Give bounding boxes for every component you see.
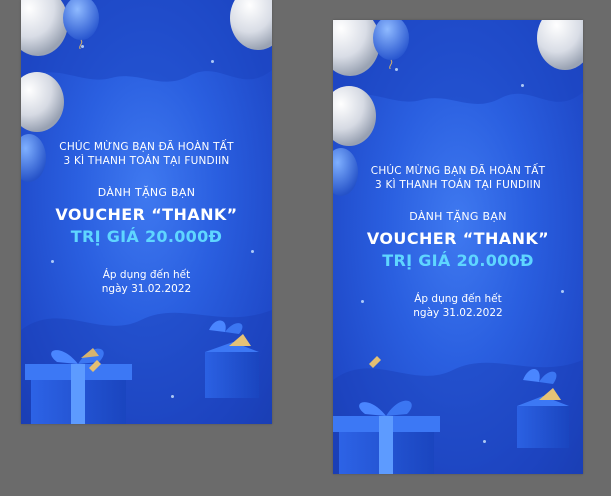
balloon-icon: [230, 0, 272, 50]
confetti-icon: [89, 360, 101, 372]
expiry-line-2: ngày 31.02.2022: [101, 283, 192, 295]
balloon-icon: [21, 72, 64, 132]
expiry-line-1: Áp dụng đến hết: [102, 269, 191, 281]
voucher-title: VOUCHER “THANK”: [55, 205, 238, 224]
poster-text-block: CHÚC MỪNG BẠN ĐÃ HOÀN TẤT 3 KÌ THANH TOÁ…: [333, 164, 583, 320]
sparkle-icon: [251, 250, 254, 253]
sparkle-icon: [361, 300, 364, 303]
congrats-line-2: 3 KÌ THANH TOÁN TẠI FUNDIIN: [375, 179, 541, 191]
sparkle-icon: [171, 395, 174, 398]
sparkle-icon: [81, 45, 84, 48]
congrats-line-1: CHÚC MỪNG BẠN ĐÃ HOÀN TẤT: [370, 165, 546, 177]
balloon-icon: [373, 20, 409, 69]
voucher-poster-left: CHÚC MỪNG BẠN ĐÃ HOÀN TẤT 3 KÌ THANH TOÁ…: [21, 0, 272, 424]
balloon-icon: [333, 20, 380, 76]
poster-text-block: CHÚC MỪNG BẠN ĐÃ HOÀN TẤT 3 KÌ THANH TOÁ…: [21, 140, 272, 296]
voucher-value: TRỊ GIÁ 20.000Đ: [382, 251, 534, 270]
sparkle-icon: [521, 84, 524, 87]
expiry-line-2: ngày 31.02.2022: [413, 307, 503, 319]
voucher-title: VOUCHER “THANK”: [366, 229, 550, 248]
voucher-value: TRỊ GIÁ 20.000Đ: [70, 227, 223, 246]
congrats-line-2: 3 KÌ THANH TOÁN TẠI FUNDIIN: [63, 155, 230, 167]
gift-lead: DÀNH TẶNG BẠN: [409, 210, 507, 223]
gift-box-icon: [205, 320, 259, 398]
expiry-line-1: Áp dụng đến hết: [414, 293, 502, 305]
gift-lead: DÀNH TẶNG BẠN: [97, 186, 196, 199]
balloon-icon: [537, 20, 583, 70]
gift-box-icon: [517, 368, 569, 448]
confetti-icon: [369, 356, 381, 368]
sparkle-icon: [395, 68, 398, 71]
balloon-icon: [333, 86, 376, 146]
gift-box-icon: [25, 348, 132, 424]
canvas: CHÚC MỪNG BẠN ĐÃ HOÀN TẤT 3 KÌ THANH TOÁ…: [0, 0, 611, 496]
sparkle-icon: [211, 60, 214, 63]
balloon-icon: [21, 0, 68, 56]
gift-box-icon: [333, 400, 440, 474]
sparkle-icon: [483, 440, 486, 443]
balloon-icon: [63, 0, 99, 49]
voucher-poster-right: CHÚC MỪNG BẠN ĐÃ HOÀN TẤT 3 KÌ THANH TOÁ…: [333, 20, 583, 474]
sparkle-icon: [51, 260, 54, 263]
congrats-line-1: CHÚC MỪNG BẠN ĐÃ HOÀN TẤT: [59, 141, 234, 153]
sparkle-icon: [561, 290, 564, 293]
